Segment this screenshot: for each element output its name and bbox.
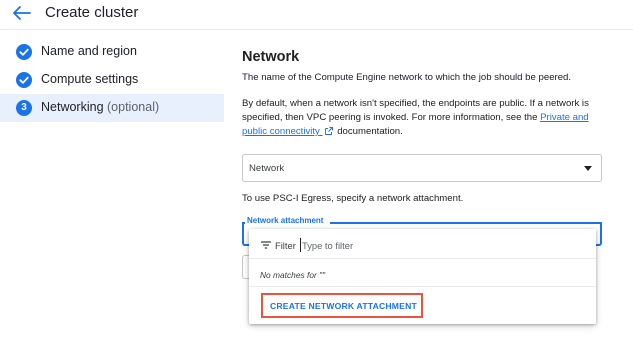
field-border-segment — [330, 222, 602, 224]
filter-row: Filter — [249, 229, 596, 259]
check-circle-icon — [16, 72, 32, 88]
network-attachment-dropdown: Filter No matches for "" CREATE NETWORK … — [249, 229, 596, 324]
dropdown-arrow-icon — [584, 166, 592, 171]
network-select-value: Network — [249, 163, 285, 174]
network-description: The name of the Compute Engine network t… — [242, 72, 572, 83]
psc-instructions: To use PSC-I Egress, specify a network a… — [242, 193, 464, 204]
step-label: Networking (optional) — [41, 100, 159, 114]
step-label-text: Networking — [41, 100, 104, 114]
check-circle-icon — [16, 44, 32, 60]
filter-label: Filter — [275, 240, 296, 251]
step-label: Name and region — [41, 44, 137, 58]
top-bar: Create cluster — [0, 0, 633, 30]
create-button-label: CREATE NETWORK ATTACHMENT — [270, 301, 417, 311]
network-attachment-label: Network attachment — [246, 216, 325, 225]
network-default-info: By default, when a network isn't specifi… — [242, 97, 602, 139]
field-border-segment — [242, 222, 245, 224]
step-number-badge: 3 — [16, 100, 32, 116]
no-matches-text: No matches for "" — [260, 270, 326, 280]
create-network-attachment-button[interactable]: CREATE NETWORK ATTACHMENT — [261, 293, 423, 318]
info-text-start: By default, when a network isn't specifi… — [242, 98, 589, 123]
step-optional-text: (optional) — [107, 100, 160, 114]
external-link-icon — [324, 127, 333, 135]
network-select[interactable]: Network — [242, 154, 602, 182]
filter-input[interactable] — [300, 238, 500, 252]
info-text-end: documentation. — [334, 126, 403, 137]
page-title: Create cluster — [45, 4, 139, 21]
step-name-and-region[interactable]: Name and region — [0, 38, 224, 66]
section-heading: Network — [242, 49, 300, 65]
step-label: Compute settings — [41, 72, 139, 86]
filter-icon — [261, 241, 271, 249]
step-number: 3 — [21, 102, 27, 113]
step-compute-settings[interactable]: Compute settings — [0, 66, 224, 94]
divider — [249, 286, 596, 287]
step-networking[interactable]: 3 Networking (optional) — [0, 94, 224, 122]
arrow-back-icon[interactable] — [10, 4, 32, 22]
stepper-sidebar: Name and region Compute settings 3 Netwo… — [0, 31, 224, 343]
